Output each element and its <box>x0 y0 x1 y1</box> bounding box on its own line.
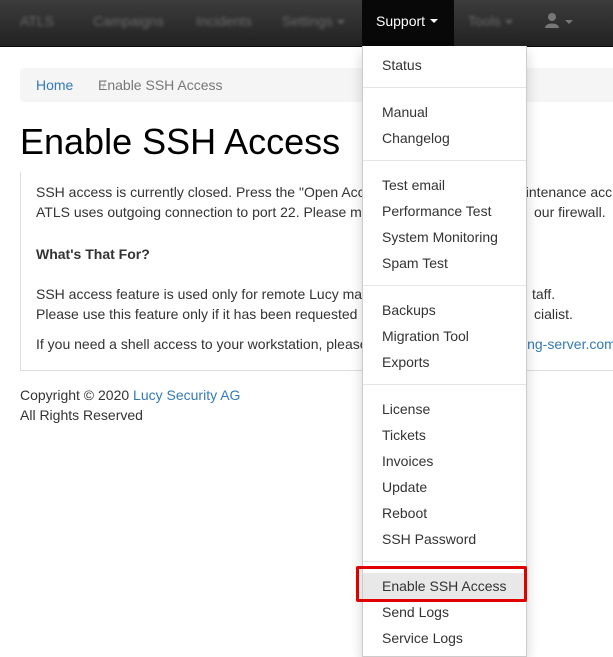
menu-item-test-email[interactable]: Test email <box>363 172 526 198</box>
info-line-4: Please use this feature only if it has b… <box>36 304 573 324</box>
rights-text: All Rights Reserved <box>20 407 143 423</box>
nav-support[interactable]: Support <box>362 0 454 46</box>
info-line-3: SSH access feature is used only for remo… <box>36 284 555 304</box>
menu-divider <box>363 561 526 562</box>
chevron-down-icon <box>504 20 513 25</box>
info-line-1-start: SSH access is currently closed. Press th… <box>36 184 365 200</box>
breadcrumb-current-label: Enable SSH Access <box>98 77 223 93</box>
info-line-2-end: our firewall. <box>534 204 606 220</box>
menu-item-ssh-password[interactable]: SSH Password <box>363 526 526 552</box>
nav-campaigns-label: Campaigns <box>93 13 164 29</box>
support-link[interactable]: ing-server.com <box>524 334 613 354</box>
menu-item-manual[interactable]: Manual <box>363 99 526 125</box>
breadcrumb-home-link[interactable]: Home <box>36 77 73 93</box>
menu-item-migration-tool[interactable]: Migration Tool <box>363 323 526 349</box>
menu-item-backups[interactable]: Backups <box>363 297 526 323</box>
company-link[interactable]: Lucy Security AG <box>133 387 240 403</box>
info-line-2-start: ATLS uses outgoing connection to port 22… <box>36 204 362 220</box>
menu-divider <box>363 160 526 161</box>
page-title: Enable SSH Access <box>20 121 341 162</box>
menu-item-license[interactable]: License <box>363 396 526 422</box>
menu-item-performance-test[interactable]: Performance Test <box>363 198 526 224</box>
section-heading: What's That For? <box>36 246 150 262</box>
menu-item-system-monitoring[interactable]: System Monitoring <box>363 224 526 250</box>
breadcrumb-current: Enable SSH Access <box>98 77 223 93</box>
nav-incidents[interactable]: Incidents <box>196 0 252 46</box>
info-line-4-start: Please use this feature only if it has b… <box>36 306 358 322</box>
copyright-line: Copyright © 2020 Lucy Security AG <box>20 385 240 405</box>
user-icon[interactable] <box>544 12 560 28</box>
menu-item-changelog[interactable]: Changelog <box>363 125 526 151</box>
info-line-5: If you need a shell access to your works… <box>36 334 613 354</box>
menu-item-exports[interactable]: Exports <box>363 349 526 375</box>
info-line-1-end: aintenance acc <box>518 184 613 200</box>
menu-item-send-logs[interactable]: Send Logs <box>363 599 526 625</box>
menu-item-spam-test[interactable]: Spam Test <box>363 250 526 276</box>
nav-settings-label: Settings <box>282 13 333 29</box>
info-line-4-end: cialist. <box>534 306 573 322</box>
info-line-3-start: SSH access feature is used only for remo… <box>36 286 363 302</box>
info-line-1: SSH access is currently closed. Press th… <box>36 182 612 202</box>
nav-incidents-label: Incidents <box>196 13 253 29</box>
brand-logo[interactable]: ATLS <box>20 0 54 46</box>
menu-item-invoices[interactable]: Invoices <box>363 448 526 474</box>
menu-item-reboot[interactable]: Reboot <box>363 500 526 526</box>
menu-item-update[interactable]: Update <box>363 474 526 500</box>
info-line-3-end: taff. <box>532 286 556 302</box>
info-line-5-start: If you need a shell access to your works… <box>36 336 368 352</box>
menu-divider <box>363 384 526 385</box>
copyright-text: Copyright © 2020 <box>20 387 130 403</box>
nav-settings[interactable]: Settings <box>282 0 345 46</box>
nav-tools[interactable]: Tools <box>468 0 513 46</box>
info-line-2: ATLS uses outgoing connection to port 22… <box>36 202 606 222</box>
menu-divider <box>363 285 526 286</box>
nav-tools-label: Tools <box>468 13 501 29</box>
highlight-box <box>356 566 527 602</box>
menu-divider <box>363 87 526 88</box>
chevron-down-icon <box>430 19 438 23</box>
menu-item-tickets[interactable]: Tickets <box>363 422 526 448</box>
nav-campaigns[interactable]: Campaigns <box>93 0 164 46</box>
top-navbar: ATLS Campaigns Incidents Settings Suppor… <box>0 0 613 47</box>
footer: Copyright © 2020 Lucy Security AG All Ri… <box>20 385 240 425</box>
nav-support-label: Support <box>376 13 426 29</box>
menu-item-service-logs[interactable]: Service Logs <box>363 625 526 651</box>
menu-item-status[interactable]: Status <box>363 52 526 78</box>
chevron-down-icon <box>336 20 345 25</box>
chevron-down-icon[interactable] <box>565 20 573 24</box>
